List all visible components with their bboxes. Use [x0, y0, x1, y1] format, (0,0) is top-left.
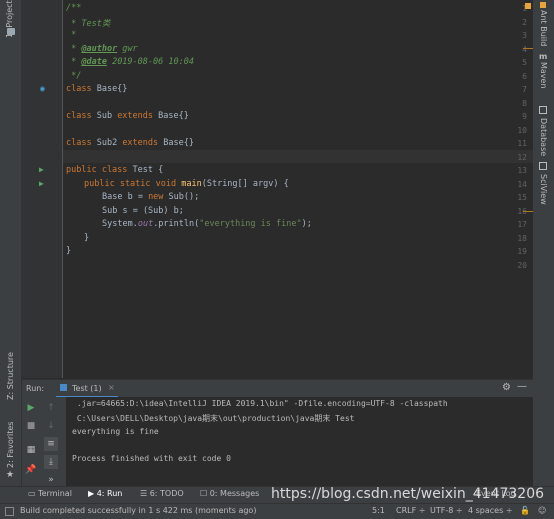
restore-layout-icon[interactable]: ▦: [24, 443, 38, 457]
code-editor[interactable]: 1 2 3 4 5 6 7 8 9 10 11 12 13 14 15 16 1…: [22, 0, 533, 378]
error-stripe-mark[interactable]: [523, 211, 533, 212]
close-icon[interactable]: ×: [108, 383, 115, 392]
run-panel-header: Run: Test (1) × ⚙ —: [22, 379, 533, 398]
line-separator[interactable]: CRLF ÷: [396, 506, 425, 515]
right-tool-bar: Ant Build m Maven Database SciView: [532, 0, 554, 486]
todo-icon: ☰: [140, 489, 150, 498]
implemented-icon[interactable]: ◉: [40, 84, 45, 93]
code-line: */: [66, 71, 82, 81]
maven-icon: m: [539, 52, 548, 61]
run-console[interactable]: ▶ ↑ ■ ↓ ≡ ▦ ⤓ 📌 » .jar=64665:D:\idea\Int…: [22, 397, 533, 486]
todo-tab[interactable]: ☰ 6: TODO: [140, 489, 184, 498]
gear-icon[interactable]: ⚙: [502, 382, 511, 393]
build-status-message[interactable]: Build completed successfully in 1 s 422 …: [20, 506, 256, 515]
soft-wrap-icon[interactable]: ≡: [44, 437, 58, 451]
code-line: Sub s = (Sub) b;: [102, 206, 184, 216]
code-line: *: [66, 30, 77, 40]
code-line: public static void main(String[] argv) {: [84, 179, 289, 189]
error-stripe-mark[interactable]: [523, 48, 533, 49]
database-icon: [539, 106, 547, 114]
sciview-tool-tab[interactable]: SciView: [539, 174, 548, 205]
caret-position[interactable]: 5:1: [372, 506, 385, 515]
structure-tool-tab[interactable]: Z: Structure: [6, 352, 15, 400]
folder-icon: [7, 28, 15, 35]
scroll-up-icon[interactable]: ↑: [44, 401, 58, 415]
minimize-icon[interactable]: —: [517, 381, 527, 392]
code-line: System.out.println("everything is fine")…: [102, 219, 312, 229]
line-number: 8: [522, 99, 527, 108]
run-toolbar: ▶ ↑ ■ ↓ ≡ ▦ ⤓ 📌 »: [22, 397, 66, 486]
status-bar: Build completed successfully in 1 s 422 …: [0, 503, 554, 519]
run-main-icon[interactable]: ▶: [39, 179, 44, 188]
sciview-icon: [539, 162, 547, 170]
run-tool-tab[interactable]: ▶ 4: Run: [88, 489, 122, 498]
run-tab-label: Test (1): [72, 384, 102, 393]
favorites-tool-tab[interactable]: 2: Favorites: [6, 422, 15, 468]
code-line: /**: [66, 3, 82, 13]
line-number: 9: [522, 112, 527, 121]
stop-icon[interactable]: ■: [24, 419, 38, 433]
code-line: }: [84, 233, 90, 243]
maven-tool-tab[interactable]: Maven: [539, 62, 548, 89]
code-line: * Test类: [66, 19, 111, 29]
messages-icon: ☐: [200, 489, 210, 498]
line-gutter: [22, 0, 63, 378]
run-label: Run:: [26, 384, 45, 393]
inspection-status-icon[interactable]: [525, 3, 531, 9]
current-line-highlight: [63, 150, 533, 163]
code-line: Base b = new Sub();: [102, 192, 200, 202]
run-icon: ▶: [88, 489, 97, 498]
run-config-icon: [60, 384, 67, 391]
console-line: .jar=64665:D:\idea\IntelliJ IDEA 2019.1\…: [72, 399, 448, 408]
line-number: 20: [517, 261, 527, 270]
line-number: 14: [517, 180, 527, 189]
more-icon[interactable]: »: [44, 473, 58, 487]
line-number: 17: [517, 220, 527, 229]
status-bar-toggle-icon[interactable]: [5, 507, 14, 516]
line-number: 7: [522, 85, 527, 94]
file-encoding[interactable]: UTF-8 ÷: [430, 506, 463, 515]
line-number: 12: [517, 153, 527, 162]
star-icon: ★: [6, 470, 15, 480]
lock-icon[interactable]: 🔓: [520, 506, 530, 515]
inspector-icon[interactable]: ☺: [538, 506, 546, 515]
code-line: class Sub2 extends Base{}: [66, 138, 194, 148]
line-number: 4: [522, 45, 527, 54]
code-line: * @date 2019-08-06 10:04: [66, 57, 194, 67]
line-number: 3: [522, 31, 527, 40]
database-tool-tab[interactable]: Database: [539, 118, 548, 156]
code-line: class Sub extends Base{}: [66, 111, 189, 121]
console-line: C:\Users\DELL\Desktop\java期末\out\product…: [72, 414, 355, 423]
line-number: 5: [522, 58, 527, 67]
line-number: 10: [517, 126, 527, 135]
ant-build-tool-tab[interactable]: Ant Build: [539, 10, 548, 46]
line-number: 11: [517, 139, 527, 148]
console-line: Process finished with exit code 0: [72, 454, 231, 463]
messages-tab[interactable]: ☐ 0: Messages: [200, 489, 259, 498]
indent-setting[interactable]: 4 spaces ÷: [468, 506, 513, 515]
code-line: class Base{}: [66, 84, 128, 94]
code-line: public class Test {: [66, 165, 164, 175]
left-tool-bar: 1: Project Z: Structure 2: Favorites ★: [0, 0, 22, 486]
terminal-tab[interactable]: ▭ Terminal: [28, 489, 72, 498]
line-number: 13: [517, 166, 527, 175]
line-number: 15: [517, 193, 527, 202]
line-number: 18: [517, 234, 527, 243]
code-line: }: [66, 246, 72, 256]
run-class-icon[interactable]: ▶: [39, 165, 44, 174]
scroll-to-end-icon[interactable]: ⤓: [44, 455, 58, 469]
scroll-down-icon[interactable]: ↓: [44, 419, 58, 433]
run-tab[interactable]: Test (1) ×: [56, 380, 118, 398]
terminal-icon: ▭: [28, 489, 39, 498]
ant-icon: [540, 2, 546, 8]
line-number: 19: [517, 247, 527, 256]
code-line: * @author gwr: [66, 44, 138, 54]
watermark: https://blog.csdn.net/weixin_41473206: [271, 486, 545, 502]
rerun-icon[interactable]: ▶: [24, 401, 38, 415]
pin-icon[interactable]: 📌: [24, 463, 38, 477]
console-line: everything is fine: [72, 427, 159, 436]
line-number: 1: [497, 4, 527, 13]
line-number: 6: [522, 72, 527, 81]
line-number: 2: [522, 18, 527, 27]
